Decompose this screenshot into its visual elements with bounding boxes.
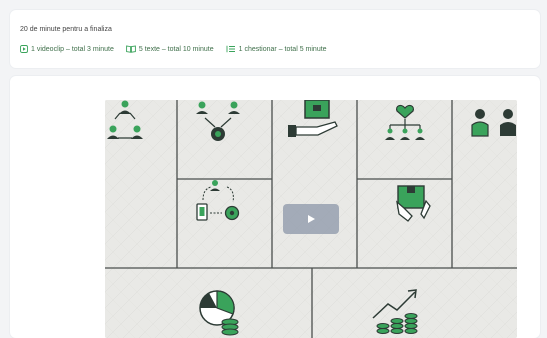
- lesson-item-quiz-label: 1 chestionar – total 5 minute: [238, 45, 327, 53]
- open-book-icon: [126, 45, 136, 53]
- lesson-info-card: 20 de minute pentru a finaliza 1 videocl…: [10, 10, 540, 68]
- video-player[interactable]: [105, 100, 517, 338]
- lesson-item-texts-label: 5 texte – total 10 minute: [138, 45, 214, 53]
- checklist-icon: [226, 45, 235, 53]
- lesson-item-texts: 5 texte – total 10 minute: [126, 45, 214, 53]
- duration-text: 20 de minute pentru a finaliza: [20, 26, 112, 33]
- play-video-icon: [20, 45, 28, 53]
- play-button[interactable]: [283, 204, 339, 234]
- lesson-items: 1 videoclip – total 3 minute 5 texte – t…: [20, 45, 339, 53]
- lesson-item-video-label: 1 videoclip – total 3 minute: [31, 45, 114, 53]
- play-icon: [308, 215, 315, 223]
- lesson-item-video: 1 videoclip – total 3 minute: [20, 45, 114, 53]
- video-card: [10, 76, 540, 338]
- lesson-item-quiz: 1 chestionar – total 5 minute: [226, 45, 327, 53]
